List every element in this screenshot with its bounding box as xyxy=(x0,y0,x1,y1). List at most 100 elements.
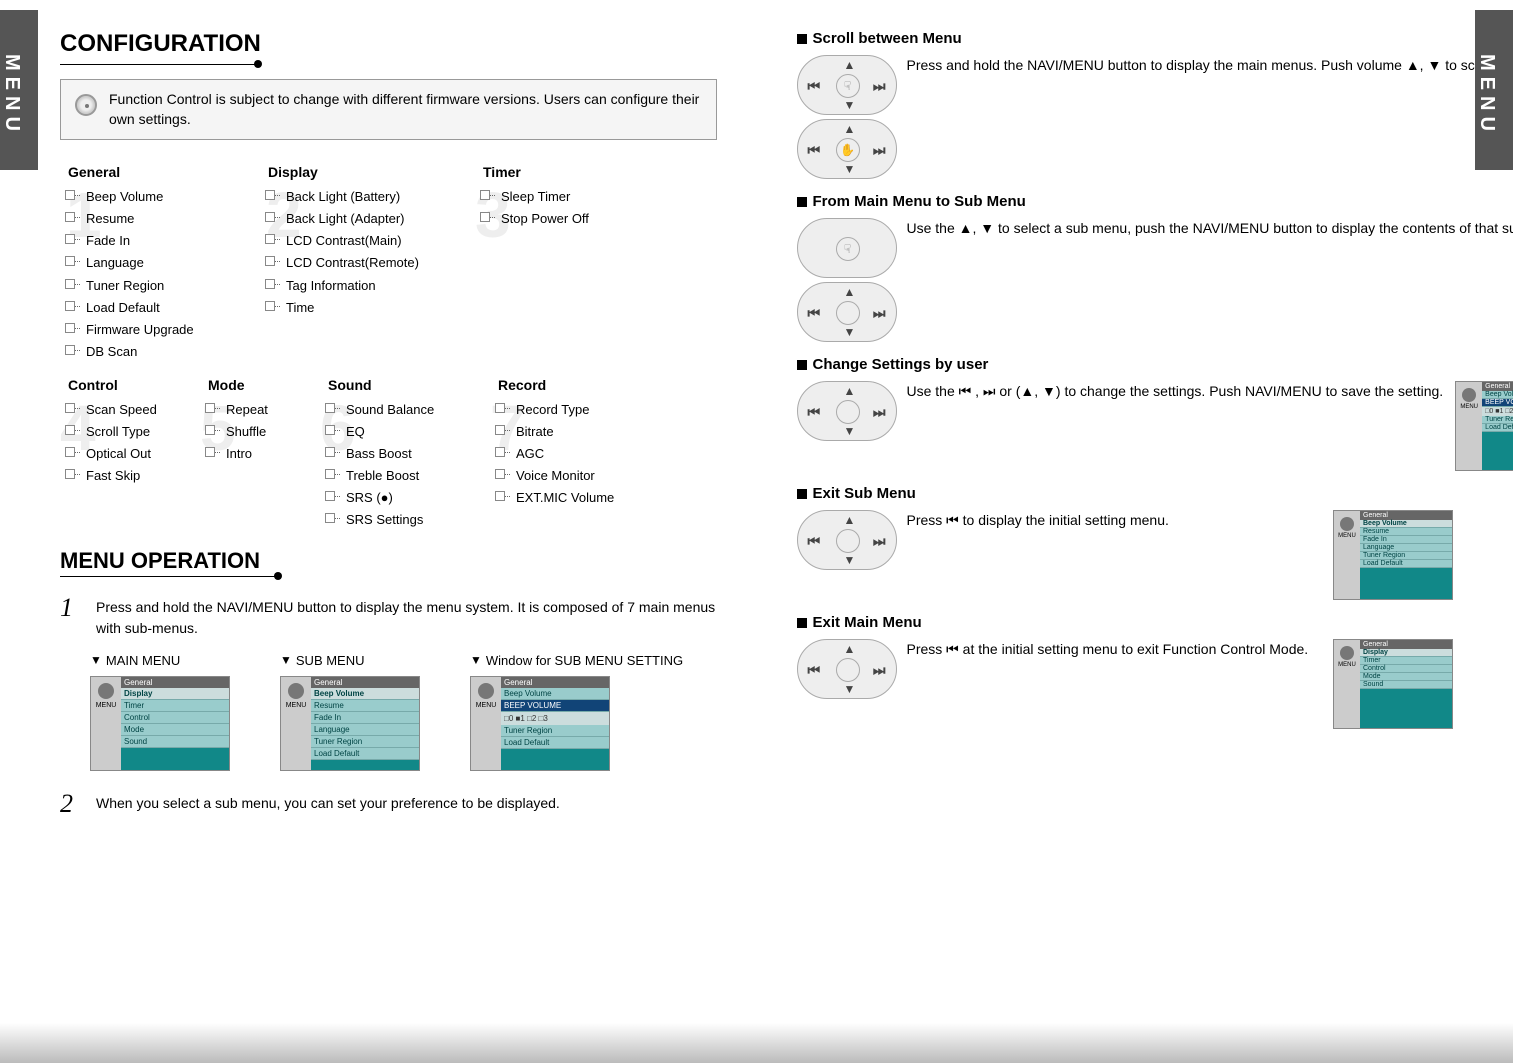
center-button xyxy=(836,301,860,325)
thumb-sub-label: ▼SUB MENU xyxy=(280,653,365,668)
list-item: LCD Contrast(Remote) xyxy=(268,252,467,274)
step-1-text: Press and hold the NAVI/MENU button to d… xyxy=(96,593,717,639)
section-scroll: ⏮ ⏭ ▲ ▼ ☟ ⏮ ⏭ ▲ ▼ ✋ Press and hold the N… xyxy=(797,55,1454,179)
list-item: Bitrate xyxy=(498,421,652,443)
step-1: 1 Press and hold the NAVI/MENU button to… xyxy=(60,593,717,639)
up-icon: ▲ xyxy=(844,642,856,656)
list-item: Intro xyxy=(208,443,312,465)
list-item: Bass Boost xyxy=(328,443,482,465)
list-item: EXT.MIC Volume xyxy=(498,487,652,509)
up-icon: ▲ xyxy=(844,384,856,398)
center-button xyxy=(836,400,860,424)
device-diagram: ⏮ ⏭ ▲ ▼ ✋ xyxy=(797,119,897,179)
list-item: Sleep Timer xyxy=(483,186,647,208)
config-divider xyxy=(60,62,260,65)
list-item: Sound Balance xyxy=(328,399,482,421)
down-icon: ▼ xyxy=(844,424,856,438)
list-item: SRS (●) xyxy=(328,487,482,509)
cat-record-list: Record Type Bitrate AGC Voice Monitor EX… xyxy=(498,399,652,509)
list-item: Load Default xyxy=(68,297,252,319)
list-item: Tag Information xyxy=(268,275,467,297)
hand-icon: ☟ xyxy=(836,74,860,98)
scroll-title: Scroll between Menu xyxy=(813,30,962,47)
cat-timer-list: Sleep Timer Stop Power Off xyxy=(483,186,647,230)
thumb-sub-small: MENU General Beep Volume Resume Fade In … xyxy=(1333,510,1453,600)
thumb-win-label: ▼Window for SUB MENU SETTING xyxy=(470,653,683,668)
gear-icon xyxy=(98,683,114,699)
list-item: Stop Power Off xyxy=(483,208,647,230)
side-tab-right: MENU xyxy=(1475,10,1513,170)
down-arrow-icon: ▼ xyxy=(90,653,102,667)
device-diagram: ⏮ ⏭ ▲ ▼ ☟ xyxy=(797,55,897,115)
step-2-num: 2 xyxy=(60,789,84,819)
thumb-win-small: MENU General Beep Volume BEEP VOLUME □0 … xyxy=(1455,381,1513,471)
section-exitmain: ⏮ ⏭ ▲ ▼ Press ⏮ at the initial setting m… xyxy=(797,639,1454,729)
exitsub-title: Exit Sub Menu xyxy=(813,485,916,502)
bullet-icon xyxy=(797,360,807,370)
cat-general-list: Beep Volume Resume Fade In Language Tune… xyxy=(68,186,252,363)
next-icon: ⏭ xyxy=(873,142,886,159)
bullet-icon xyxy=(797,34,807,44)
frommain-text: Use the ▲, ▼ to select a sub menu, push … xyxy=(907,218,1513,239)
down-icon: ▼ xyxy=(844,682,856,696)
cat-control-list: Scan Speed Scroll Type Optical Out Fast … xyxy=(68,399,192,487)
down-arrow-icon: ▼ xyxy=(470,653,482,667)
thumbs-row: ▼MAIN MENU MENU General Display Timer Co… xyxy=(90,653,717,771)
frommain-title: From Main Menu to Sub Menu xyxy=(813,193,1026,210)
device-diagram: ⏮ ⏭ ▲ ▼ xyxy=(797,381,897,441)
list-item: Treble Boost xyxy=(328,465,482,487)
list-item: Firmware Upgrade xyxy=(68,319,252,341)
exitsub-text: Press ⏮ to display the initial setting m… xyxy=(907,510,1322,531)
list-item: EQ xyxy=(328,421,482,443)
cat-mode-list: Repeat Shuffle Intro xyxy=(208,399,312,465)
disc-icon xyxy=(75,94,97,116)
change-title: Change Settings by user xyxy=(813,356,989,373)
bullet-icon xyxy=(797,197,807,207)
up-icon: ▲ xyxy=(844,285,856,299)
list-item: Voice Monitor xyxy=(498,465,652,487)
intro-text: Function Control is subject to change wi… xyxy=(109,90,702,129)
list-item: Back Light (Adapter) xyxy=(268,208,467,230)
gear-icon xyxy=(1340,517,1354,531)
device-diagram: ⏮ ⏭ ▲ ▼ xyxy=(797,510,897,570)
menu-op-divider xyxy=(60,574,280,577)
exitmain-text: Press ⏮ at the initial setting menu to e… xyxy=(907,639,1322,660)
list-item: AGC xyxy=(498,443,652,465)
section-exitsub: ⏮ ⏭ ▲ ▼ Press ⏮ to display the initial s… xyxy=(797,510,1454,600)
gear-icon xyxy=(1462,388,1476,402)
side-tab-left: MENU xyxy=(0,10,38,170)
device-diagram: ⏮ ⏭ ▲ ▼ xyxy=(797,639,897,699)
list-item: Tuner Region xyxy=(68,275,252,297)
up-icon: ▲ xyxy=(844,58,856,72)
up-icon: ▲ xyxy=(844,122,856,136)
down-icon: ▼ xyxy=(844,553,856,567)
prev-icon: ⏮ xyxy=(808,404,821,421)
down-icon: ▼ xyxy=(844,98,856,112)
prev-icon: ⏮ xyxy=(808,78,821,95)
thumb-main-label: ▼MAIN MENU xyxy=(90,653,180,668)
cat-display-list: Back Light (Battery) Back Light (Adapter… xyxy=(268,186,467,319)
list-item: LCD Contrast(Main) xyxy=(268,230,467,252)
list-item: Beep Volume xyxy=(68,186,252,208)
list-item: Resume xyxy=(68,208,252,230)
list-item: Fast Skip xyxy=(68,465,192,487)
down-icon: ▼ xyxy=(844,162,856,176)
menu-op-heading: MENU OPERATION xyxy=(60,548,717,574)
down-arrow-icon: ▼ xyxy=(280,653,292,667)
list-item: SRS Settings xyxy=(328,509,482,531)
next-icon: ⏭ xyxy=(873,305,886,322)
step-1-num: 1 xyxy=(60,593,84,639)
next-icon: ⏭ xyxy=(873,662,886,679)
change-text: Use the ⏮ , ⏭ or (▲, ▼) to change the se… xyxy=(907,381,1444,402)
prev-icon: ⏮ xyxy=(808,662,821,679)
prev-icon: ⏮ xyxy=(808,142,821,159)
section-frommain: ☟ ⏮ ⏭ ▲ ▼ Use the ▲, ▼ to select a sub m… xyxy=(797,218,1454,342)
scroll-text: Press and hold the NAVI/MENU button to d… xyxy=(907,55,1513,76)
config-heading: CONFIGURATION xyxy=(60,30,717,58)
list-item: Back Light (Battery) xyxy=(268,186,467,208)
section-change: ⏮ ⏭ ▲ ▼ Use the ⏮ , ⏭ or (▲, ▼) to chang… xyxy=(797,381,1454,471)
list-item: Repeat xyxy=(208,399,312,421)
center-button xyxy=(836,658,860,682)
prev-icon: ⏮ xyxy=(808,533,821,550)
down-icon: ▼ xyxy=(844,325,856,339)
